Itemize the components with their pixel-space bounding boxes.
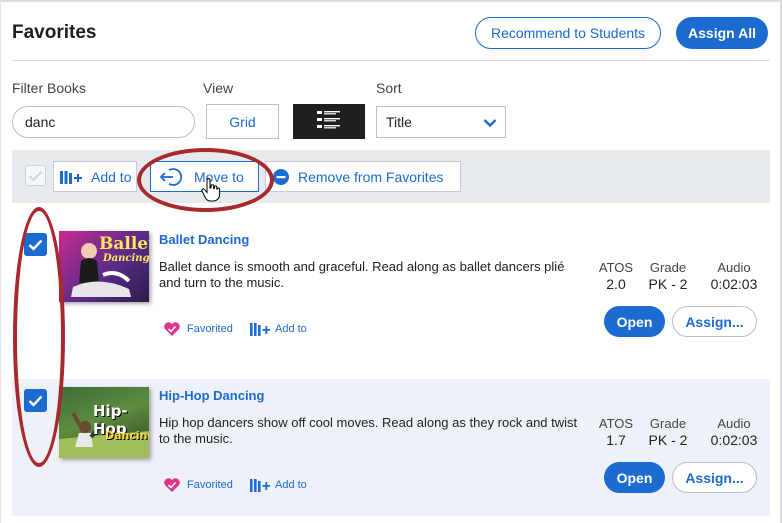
book-cover[interactable]: Hip-Hop Dancing bbox=[59, 387, 149, 458]
audio-value: 0:02:03 bbox=[710, 432, 758, 448]
heart-icon bbox=[163, 321, 181, 337]
check-icon bbox=[28, 170, 43, 182]
bulk-add-to-label: Add to bbox=[91, 168, 132, 185]
book-add-to-link[interactable]: Add to bbox=[249, 321, 307, 337]
open-book-button[interactable]: Open bbox=[604, 462, 665, 493]
atos-value: 2.0 bbox=[606, 276, 626, 292]
audio-label: Audio bbox=[717, 260, 751, 275]
filter-books-label: Filter Books bbox=[12, 80, 86, 96]
atos-label: ATOS bbox=[598, 416, 634, 431]
remove-from-favorites-label: Remove from Favorites bbox=[298, 168, 444, 185]
add-to-list-icon bbox=[59, 169, 83, 185]
book-cover[interactable]: Ballet Dancing bbox=[59, 231, 149, 302]
book-description: Hip hop dancers show off cool moves. Rea… bbox=[159, 415, 578, 446]
chevron-down-icon bbox=[483, 116, 497, 132]
page-title: Favorites bbox=[12, 22, 97, 43]
book-description: Ballet dance is smooth and graceful. Rea… bbox=[159, 259, 565, 290]
bulk-add-to-button[interactable]: Add to bbox=[53, 161, 137, 192]
recommend-to-students-button[interactable]: Recommend to Students bbox=[475, 17, 661, 49]
filter-books-input[interactable] bbox=[12, 106, 195, 138]
assign-book-button[interactable]: Assign... bbox=[672, 306, 757, 337]
select-all-checkbox[interactable] bbox=[25, 165, 46, 186]
sort-select[interactable]: Title bbox=[376, 106, 506, 138]
view-grid-button[interactable]: Grid bbox=[206, 104, 279, 139]
checkbox-annotation-oval bbox=[13, 207, 65, 467]
grade-value: PK - 2 bbox=[648, 276, 688, 292]
remove-circle-icon bbox=[272, 168, 290, 186]
sort-selected-value: Title bbox=[386, 114, 412, 130]
favorited-link[interactable]: Favorited bbox=[163, 477, 233, 493]
book-title[interactable]: Ballet Dancing bbox=[159, 232, 249, 247]
add-to-list-icon bbox=[249, 477, 271, 493]
hand-cursor-icon bbox=[201, 177, 221, 207]
book-cover-title: Ballet bbox=[99, 234, 149, 254]
add-to-list-icon bbox=[249, 321, 271, 337]
book-cover-subtitle: Dancing bbox=[103, 253, 149, 264]
assign-book-button[interactable]: Assign... bbox=[672, 462, 757, 493]
open-book-button[interactable]: Open bbox=[604, 306, 665, 337]
book-add-to-link[interactable]: Add to bbox=[249, 477, 307, 493]
book-add-to-label: Add to bbox=[275, 323, 307, 335]
header-divider bbox=[12, 60, 770, 61]
atos-value: 1.7 bbox=[606, 432, 626, 448]
audio-value: 0:02:03 bbox=[710, 276, 758, 292]
heart-icon bbox=[163, 477, 181, 493]
book-add-to-label: Add to bbox=[275, 479, 307, 491]
favorited-label: Favorited bbox=[187, 323, 233, 335]
sort-label: Sort bbox=[376, 80, 402, 96]
audio-label: Audio bbox=[717, 416, 751, 431]
book-cover-subtitle: Dancing bbox=[105, 429, 149, 442]
assign-all-button[interactable]: Assign All bbox=[676, 17, 768, 49]
favorited-label: Favorited bbox=[187, 479, 233, 491]
view-label: View bbox=[203, 80, 234, 96]
remove-from-favorites-button[interactable]: Remove from Favorites bbox=[265, 161, 461, 192]
book-title[interactable]: Hip-Hop Dancing bbox=[159, 388, 264, 403]
grade-label: Grade bbox=[649, 260, 687, 275]
list-view-icon bbox=[317, 110, 341, 133]
grade-value: PK - 2 bbox=[648, 432, 688, 448]
grade-label: Grade bbox=[649, 416, 687, 431]
atos-label: ATOS bbox=[598, 260, 634, 275]
view-list-button[interactable] bbox=[293, 104, 365, 139]
favorited-link[interactable]: Favorited bbox=[163, 321, 233, 337]
